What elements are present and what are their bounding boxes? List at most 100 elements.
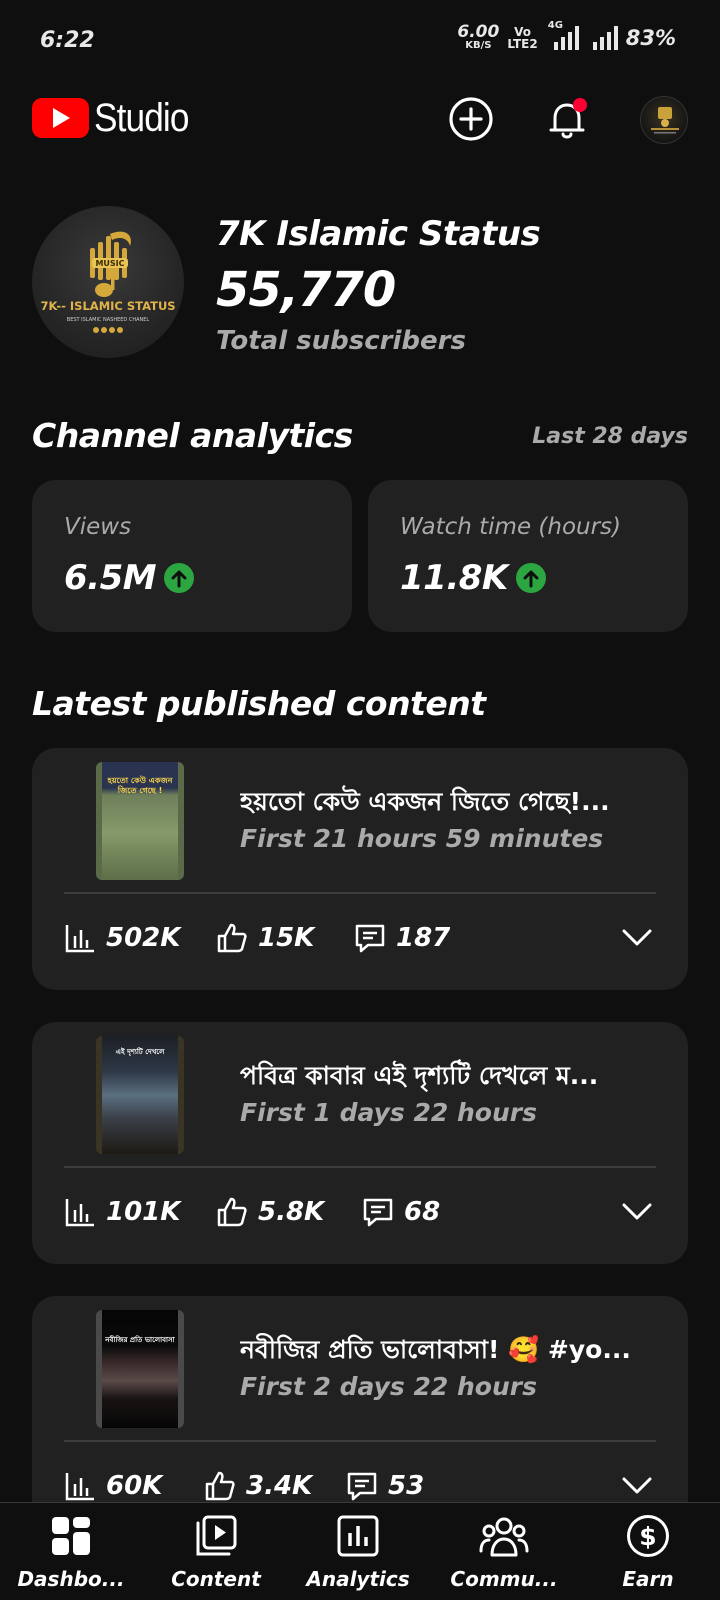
volte-indicator: Vo LTE2 <box>507 26 537 50</box>
nav-earn[interactable]: $ Earn <box>588 1513 708 1591</box>
video-thumbnail[interactable]: হয়তো কেউ একজন জিতে গেছে ! <box>96 762 184 880</box>
likes-count: 5.8K <box>258 1197 325 1227</box>
comments-metric: 53 <box>346 1470 424 1502</box>
video-title: নবীজির প্রতি ভালোবাসা! 🥰 #yo... <box>240 1335 631 1364</box>
svg-text:$: $ <box>639 1522 656 1551</box>
nav-content[interactable]: Content <box>156 1513 276 1591</box>
comments-metric: 68 <box>362 1196 440 1228</box>
create-button[interactable] <box>448 96 494 142</box>
volte-top: Vo <box>514 24 531 39</box>
trend-up-icon <box>515 563 546 593</box>
comments-metric: 187 <box>354 922 450 954</box>
views-metric: 60K <box>64 1470 162 1502</box>
analytics-title: Channel analytics <box>32 416 353 455</box>
video-thumbnail[interactable]: নবীজির প্রতি ভালোবাসা <box>96 1310 184 1428</box>
chevron-down-icon <box>622 929 652 946</box>
network-type: 4G <box>547 19 563 31</box>
views-card[interactable]: Views 6.5M <box>32 480 352 632</box>
network-speed-value: 6.00 <box>457 22 500 42</box>
chevron-down-icon <box>622 1477 652 1494</box>
avatar-main-text: 7K-- ISLAMIC STATUS <box>40 299 175 313</box>
analytics-icon <box>337 1515 379 1557</box>
content-card[interactable]: হয়তো কেউ একজন জিতে গেছে ! হয়তো কেউ একজ… <box>32 748 688 990</box>
views-count: 502K <box>106 923 181 953</box>
channel-logo-icon: MUSIC 7K-- ISLAMIC STATUS BEST ISLAMIC N… <box>40 231 176 333</box>
likes-count: 3.4K <box>246 1471 313 1501</box>
expand-button[interactable] <box>622 1202 652 1226</box>
expand-button[interactable] <box>622 928 652 952</box>
divider <box>64 892 656 894</box>
chevron-down-icon <box>622 1203 652 1220</box>
thumbnail-caption: এই দৃশ্যটি দেখলে <box>115 1048 165 1056</box>
signal-icon-2 <box>592 25 618 50</box>
stat-label: Views <box>64 514 132 540</box>
thumbs-up-icon <box>205 1471 235 1501</box>
stat-value-row: 6.5M <box>64 558 195 598</box>
nav-dashboard[interactable]: Dashbo... <box>11 1513 131 1591</box>
video-period: First 2 days 22 hours <box>240 1372 537 1401</box>
signal-icon: 4G <box>548 20 579 50</box>
subscriber-label: Total subscribers <box>216 326 466 356</box>
nav-community[interactable]: Commu... <box>444 1513 564 1591</box>
volte-bottom: LTE2 <box>507 36 538 51</box>
stat-value: 6.5M <box>64 558 157 598</box>
account-avatar[interactable] <box>640 96 688 144</box>
views-metric: 101K <box>64 1196 180 1228</box>
channel-name: 7K Islamic Status <box>216 214 541 254</box>
earn-icon: $ <box>627 1515 669 1557</box>
divider <box>64 1166 656 1168</box>
channel-logo-icon <box>651 107 679 134</box>
views-count: 60K <box>106 1471 163 1501</box>
comment-icon <box>363 1198 393 1227</box>
status-bar: 6:22 6.00 KB/S Vo LTE2 4G 83% <box>0 0 720 84</box>
thumbs-up-icon <box>217 1197 247 1227</box>
nav-label: Commu... <box>450 1567 558 1591</box>
comments-count: 187 <box>396 923 451 953</box>
video-thumbnail[interactable]: এই দৃশ্যটি দেখলে <box>96 1036 184 1154</box>
nav-analytics[interactable]: Analytics <box>298 1513 418 1591</box>
stat-value: 11.8K <box>400 558 508 598</box>
watch-time-card[interactable]: Watch time (hours) 11.8K <box>368 480 688 632</box>
views-count: 101K <box>106 1197 181 1227</box>
stat-value-row: 11.8K <box>400 558 546 598</box>
latest-content-title: Latest published content <box>32 684 486 723</box>
analytics-range: Last 28 days <box>532 424 688 449</box>
thumbnail-caption: হয়তো কেউ একজন জিতে গেছে ! <box>107 776 173 795</box>
dashboard-icon <box>52 1517 90 1555</box>
likes-count: 15K <box>258 923 315 953</box>
comment-icon <box>347 1472 377 1501</box>
likes-metric: 3.4K <box>204 1470 312 1502</box>
video-title: হয়তো কেউ একজন জিতে গেছে!... <box>240 787 610 816</box>
content-icon <box>196 1515 237 1556</box>
network-speed: 6.00 KB/S <box>457 24 499 51</box>
expand-button[interactable] <box>622 1476 652 1500</box>
comments-count: 68 <box>404 1197 441 1227</box>
status-indicators: 6.00 KB/S Vo LTE2 4G 83% <box>457 20 676 51</box>
subscriber-count: 55,770 <box>216 262 396 318</box>
community-icon <box>479 1517 529 1557</box>
bottom-navigation: Dashbo... Content Analytics Commu... $ E… <box>0 1502 720 1600</box>
play-icon <box>53 108 70 128</box>
bar-chart-icon <box>65 1199 94 1227</box>
channel-avatar[interactable]: MUSIC 7K-- ISLAMIC STATUS BEST ISLAMIC N… <box>32 206 184 358</box>
nav-label: Analytics <box>306 1567 410 1591</box>
bar-chart-icon <box>65 1473 94 1501</box>
bar-chart-icon <box>65 925 94 953</box>
video-title: পবিত্র কাবার এই দৃশ্যটি দেখলে ম... <box>240 1061 599 1090</box>
notifications-button[interactable] <box>544 96 590 142</box>
thumbs-up-icon <box>217 923 247 953</box>
network-speed-unit: KB/S <box>465 40 492 51</box>
notification-dot <box>573 98 587 112</box>
content-card[interactable]: এই দৃশ্যটি দেখলে পবিত্র কাবার এই দৃশ্যটি… <box>32 1022 688 1264</box>
nav-label: Dashbo... <box>17 1567 125 1591</box>
stat-label: Watch time (hours) <box>400 514 622 540</box>
likes-metric: 5.8K <box>216 1196 324 1228</box>
avatar-sub-text: BEST ISLAMIC NASHEED CHANEL <box>67 317 150 323</box>
avatar-badge: MUSIC <box>95 259 124 268</box>
trend-up-icon <box>164 563 195 593</box>
bell-icon <box>549 98 587 139</box>
likes-metric: 15K <box>216 922 314 954</box>
add-circle-icon <box>449 97 493 141</box>
nav-label: Earn <box>622 1567 674 1591</box>
battery-level: 83% <box>625 25 676 50</box>
